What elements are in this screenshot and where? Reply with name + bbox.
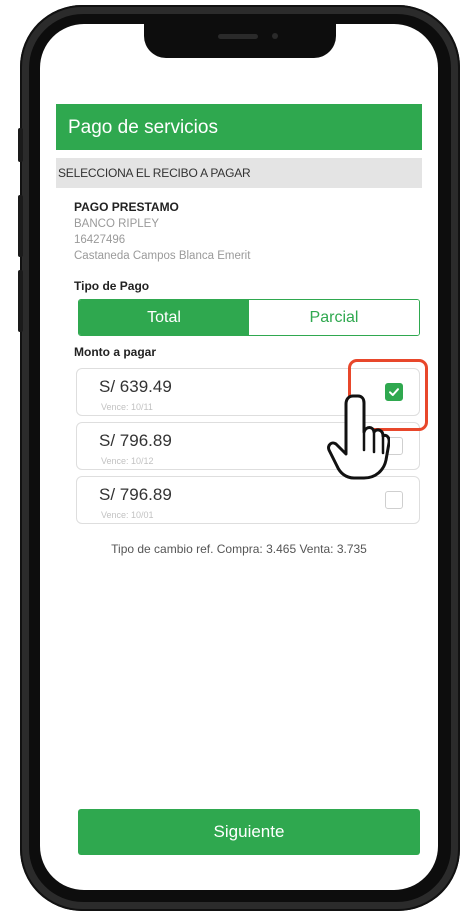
payment-due-date: Vence: 10/01 bbox=[101, 510, 154, 520]
payment-type-label: Tipo de Pago bbox=[74, 279, 150, 293]
receipt-holder: Castaneda Campos Blanca Emerit bbox=[74, 250, 251, 262]
phone-notch bbox=[144, 24, 336, 58]
phone-screen: Pago de servicios SELECCIONA EL RECIBO A… bbox=[40, 24, 438, 890]
payment-option-3[interactable]: S/ 796.89 Vence: 10/01 bbox=[76, 476, 420, 524]
hand-pointer-icon bbox=[327, 394, 390, 480]
front-camera bbox=[272, 33, 278, 39]
section-title: SELECCIONA EL RECIBO A PAGAR bbox=[56, 158, 422, 188]
payment-type-toggle: Total Parcial bbox=[78, 299, 420, 336]
phone-volume-up-button bbox=[18, 195, 23, 257]
receipt-info: PAGO PRESTAMO BANCO RIPLEY 16427496 Cast… bbox=[74, 200, 250, 262]
receipt-code: 16427496 bbox=[74, 234, 126, 246]
payment-checkbox[interactable] bbox=[385, 491, 403, 509]
phone-volume-down-button bbox=[18, 270, 23, 332]
payment-type-total-tab[interactable]: Total bbox=[79, 300, 249, 335]
phone-side-button bbox=[18, 128, 23, 162]
amount-label: Monto a pagar bbox=[74, 345, 157, 359]
payment-amount: S/ 639.49 bbox=[99, 377, 172, 396]
payment-amount: S/ 796.89 bbox=[99, 431, 172, 450]
next-button[interactable]: Siguiente bbox=[78, 809, 420, 855]
exchange-rate-text: Tipo de cambio ref. Compra: 3.465 Venta:… bbox=[111, 542, 367, 556]
speaker-grille bbox=[218, 34, 258, 39]
receipt-bank: BANCO RIPLEY bbox=[74, 218, 159, 230]
receipt-title: PAGO PRESTAMO bbox=[74, 200, 179, 214]
app-header-title: Pago de servicios bbox=[56, 104, 422, 150]
payment-type-partial-tab[interactable]: Parcial bbox=[249, 300, 419, 335]
payment-amount: S/ 796.89 bbox=[99, 485, 172, 504]
payment-due-date: Vence: 10/12 bbox=[101, 456, 154, 466]
payment-due-date: Vence: 10/11 bbox=[101, 402, 153, 412]
